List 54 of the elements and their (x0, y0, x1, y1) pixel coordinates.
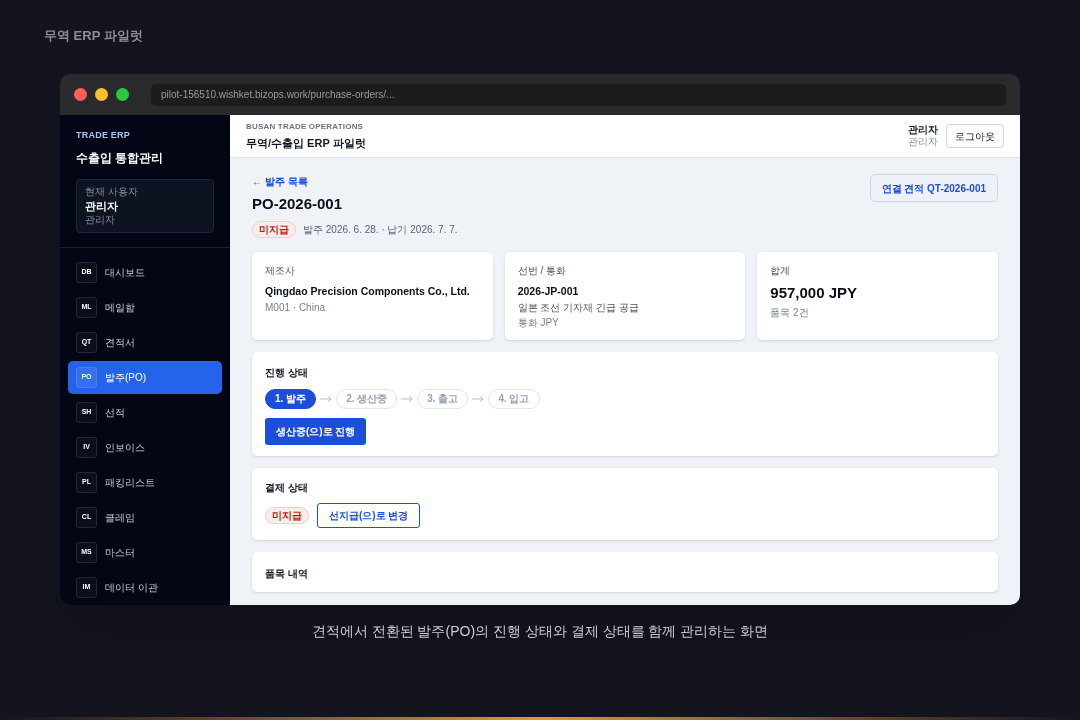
linked-quote-button[interactable]: 연결 견적 QT-2026-001 (869, 174, 998, 202)
card-label: 선번 / 통화 (517, 263, 566, 278)
nav-label: 인보이스 (105, 440, 145, 455)
nav-label: 패킹리스트 (105, 475, 155, 490)
user-role: 관리자 (85, 213, 115, 226)
logout-button[interactable]: 로그아웃 (946, 124, 1004, 148)
card-detail: 일본 조선 기자재 긴급 공급 (517, 302, 639, 315)
nav-label: 견적서 (105, 335, 135, 350)
app-title: 무역/수출입 ERP 파일럿 (246, 135, 366, 151)
po-title: PO-2026-001 (252, 194, 343, 214)
header-user-role: 관리자 (908, 136, 938, 148)
showcase-title: 무역 ERP 파일럿 (44, 27, 143, 45)
nav-label: 발주(PO) (105, 370, 147, 385)
card-detail: M001 · China (265, 302, 326, 315)
arrow-icon (401, 395, 414, 402)
payment-badge: 미지급 (252, 220, 296, 238)
nav-label: 대시보드 (105, 265, 145, 280)
minimize-icon[interactable] (95, 88, 108, 101)
close-icon[interactable] (74, 88, 87, 101)
nav-label: 클레임 (105, 510, 135, 525)
step-chip: 1. 발주 (265, 388, 317, 409)
org-label: BUSAN TRADE OPERATIONS (246, 120, 365, 133)
brand-label: TRADE ERP (76, 129, 132, 142)
address-bar[interactable]: pilot-156510.wishket.bizops.work/purchase-orders/... (151, 83, 1006, 106)
nav-label: 마스터 (105, 545, 135, 560)
card-detail: 품목 2건 (770, 307, 809, 319)
section-title: 결제 상태 (265, 480, 308, 495)
change-payment-button[interactable]: 선지급(으)로 변경 (317, 502, 421, 528)
nav-label: 데이터 이관 (105, 580, 158, 595)
card-label: 제조사 (265, 263, 295, 278)
header-user-name: 관리자 (908, 124, 938, 136)
back-link[interactable]: ← 발주 목록 (252, 174, 308, 189)
brand-subtitle: 수출입 통합관리 (76, 149, 165, 167)
nav-label: 선적 (105, 405, 125, 420)
payment-badge: 미지급 (265, 506, 309, 524)
nav-label: 메일함 (105, 300, 135, 315)
card-value: 2026-JP-001 (517, 283, 579, 299)
card-label: 합계 (770, 263, 791, 278)
card-value: Qingdao Precision Components Co., Ltd. (265, 283, 470, 299)
card-value: 957,000 JPY (770, 282, 858, 303)
user-card-label: 현재 사용자 (85, 185, 138, 198)
arrow-icon (320, 395, 333, 402)
advance-button[interactable]: 생산중(으)로 진행 (265, 417, 367, 445)
step-chip: 3. 출고 (417, 388, 469, 409)
section-title: 품목 내역 (265, 567, 308, 579)
po-dates: 발주 2026. 6. 28. · 납기 2026. 7. 7. (303, 222, 458, 237)
step-chip: 2. 생산중 (336, 388, 398, 409)
arrow-icon (472, 395, 485, 402)
caption: 견적에서 전환된 발주(PO)의 진행 상태와 결제 상태를 함께 관리하는 화면 (311, 623, 769, 639)
step-chip: 4. 입고 (488, 388, 540, 409)
section-title: 진행 상태 (265, 365, 308, 380)
card-detail: 통화 JPY (517, 317, 559, 330)
user-name: 관리자 (85, 199, 118, 213)
maximize-icon[interactable] (116, 88, 129, 101)
